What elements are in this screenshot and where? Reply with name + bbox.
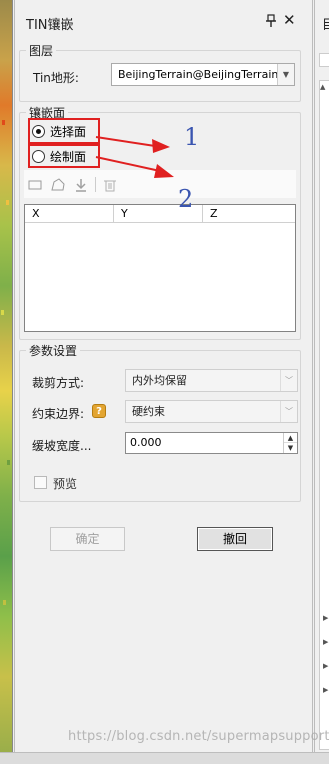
- tree-expand-icon[interactable]: ▶: [323, 662, 328, 670]
- highlight-box-2: [28, 144, 100, 168]
- coordinate-table[interactable]: X Y Z: [24, 204, 296, 332]
- chevron-down-icon[interactable]: ▼: [277, 64, 294, 85]
- close-icon[interactable]: ✕: [283, 12, 296, 28]
- params-group-legend: 参数设置: [26, 342, 81, 359]
- tin-mosaic-panel: TIN镶嵌 ✕ 图层 Tin地形: BeijingTerrain@Beijing…: [14, 0, 313, 752]
- map-speck: [2, 120, 5, 125]
- map-speck: [1, 310, 4, 315]
- boundary-select[interactable]: 硬约束 ﹀: [125, 400, 298, 423]
- chevron-down-icon[interactable]: ﹀: [280, 370, 297, 391]
- right-panel-toolbar[interactable]: [319, 53, 329, 67]
- panel-title: TIN镶嵌: [26, 18, 74, 33]
- tree-expand-icon[interactable]: ▶: [323, 686, 328, 694]
- import-icon[interactable]: [74, 178, 88, 192]
- panel-titlebar: TIN镶嵌 ✕: [15, 0, 312, 44]
- pin-icon[interactable]: [264, 14, 278, 28]
- status-bar: [0, 752, 329, 764]
- map-view-edge: [0, 0, 13, 752]
- tree-expand-icon[interactable]: ▶: [323, 638, 328, 646]
- layer-group-legend: 图层: [26, 42, 57, 59]
- help-icon[interactable]: ?: [92, 404, 106, 418]
- undo-button[interactable]: 撤回: [197, 527, 273, 551]
- layer-group: 图层 Tin地形: BeijingTerrain@BeijingTerrain …: [19, 42, 301, 102]
- right-panel-tree[interactable]: [319, 80, 329, 750]
- slope-width-label: 缓坡宽度...: [32, 439, 92, 453]
- map-speck: [7, 460, 10, 465]
- toolbar-separator: [95, 177, 96, 192]
- annotation-number-2: 2: [178, 185, 194, 213]
- clip-mode-select[interactable]: 内外均保留 ﹀: [125, 369, 298, 392]
- delete-icon[interactable]: [103, 178, 117, 192]
- tin-label: Tin地形:: [33, 71, 79, 85]
- polygon-icon[interactable]: [51, 178, 65, 192]
- boundary-value: 硬约束: [132, 405, 165, 418]
- annotation-number-1: 1: [184, 123, 200, 151]
- draw-toolbar: [24, 170, 296, 198]
- right-dock-panel: 目 ▲ ▶ ▶ ▶ ▶: [314, 0, 329, 752]
- tin-terrain-value: BeijingTerrain@BeijingTerrain: [118, 68, 279, 81]
- slope-width-value: 0.000: [130, 436, 162, 449]
- stepper-up-icon[interactable]: ▲: [284, 433, 297, 443]
- watermark: https://blog.csdn.net/supermapsupport: [68, 729, 329, 744]
- right-panel-title: 目: [322, 18, 329, 33]
- table-header: X Y Z: [25, 205, 295, 223]
- scroll-up-icon[interactable]: ▲: [320, 83, 325, 91]
- slope-width-stepper[interactable]: 0.000 ▲ ▼: [125, 432, 298, 454]
- column-header-z[interactable]: Z: [203, 205, 295, 223]
- clip-mode-value: 内外均保留: [132, 374, 187, 387]
- map-speck: [3, 600, 6, 605]
- clip-mode-label: 裁剪方式:: [32, 376, 85, 390]
- preview-checkbox[interactable]: [34, 476, 47, 489]
- rectangle-icon[interactable]: [28, 178, 42, 192]
- stepper-down-icon[interactable]: ▼: [284, 443, 297, 453]
- map-speck: [6, 200, 9, 205]
- preview-label: 预览: [53, 477, 78, 491]
- stepper-buttons: ▲ ▼: [283, 433, 297, 453]
- boundary-label: 约束边界:: [32, 407, 85, 421]
- column-header-x[interactable]: X: [25, 205, 114, 223]
- tin-terrain-select[interactable]: BeijingTerrain@BeijingTerrain ▼: [111, 63, 295, 86]
- tree-expand-icon[interactable]: ▶: [323, 614, 328, 622]
- highlight-box-1: [28, 118, 100, 144]
- ok-button[interactable]: 确定: [50, 527, 125, 551]
- chevron-down-icon[interactable]: ﹀: [280, 401, 297, 422]
